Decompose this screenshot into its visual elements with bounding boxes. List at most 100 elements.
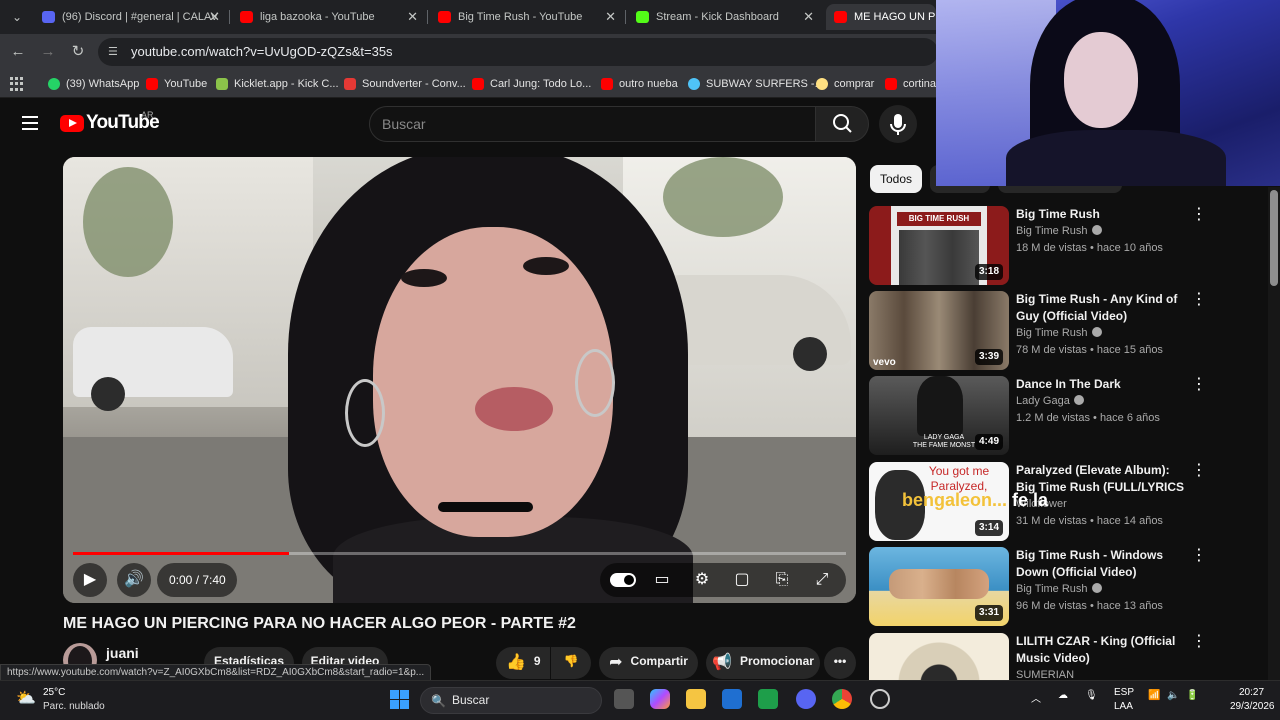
bookmark-cortina[interactable]: cortina <box>885 76 936 92</box>
recommendation-title[interactable]: Big Time Rush <box>1016 206 1191 223</box>
bookmark-kicklet[interactable]: Kicklet.app - Kick C... <box>216 76 339 92</box>
cast-icon[interactable]: ⎘ <box>769 567 795 593</box>
word-editor-icon[interactable] <box>722 689 742 709</box>
wifi-icon[interactable]: 📶 <box>1148 690 1160 701</box>
recommendation-title[interactable]: LILITH CZAR - King (Official Music Video… <box>1016 633 1191 667</box>
close-tab-icon[interactable]: ✕ <box>407 4 418 30</box>
bookmark-soundverter[interactable]: Soundverter - Conv... <box>344 76 466 92</box>
discord-icon[interactable] <box>796 689 816 709</box>
youtube-logo-icon[interactable] <box>60 115 84 132</box>
fullscreen-icon[interactable]: ⤢ <box>809 567 835 593</box>
close-tab-icon[interactable]: ✕ <box>605 4 616 30</box>
apps-grid-icon[interactable] <box>10 77 24 91</box>
autoplay-toggle[interactable] <box>610 573 636 587</box>
recommendation-item[interactable]: BIG TIME RUSH 3:18 Big Time Rush Big Tim… <box>869 206 1264 288</box>
spreadsheet-app-icon[interactable] <box>758 689 778 709</box>
weather-description[interactable]: Parc. nublado <box>43 701 105 712</box>
bookmark-comprar[interactable]: comprar <box>816 76 874 92</box>
tab-kick-dashboard[interactable]: Stream - Kick Dashboard ✕ <box>628 4 820 30</box>
weather-temperature[interactable]: 25°C <box>43 687 65 698</box>
obs-recorder-icon[interactable] <box>870 689 890 709</box>
menu-hamburger-icon[interactable] <box>22 116 38 130</box>
search-button[interactable] <box>815 106 869 142</box>
video-thumbnail[interactable]: BIG TIME RUSH 3:18 <box>869 206 1009 285</box>
weather-cloud-sun-icon[interactable]: ⛅ <box>16 690 36 708</box>
recommendation-item[interactable]: LILITH CZAR - King (Official Music Video… <box>869 633 1264 680</box>
speaker-icon[interactable]: 🔈 <box>1167 690 1179 701</box>
more-vertical-icon[interactable]: ⋮ <box>1191 547 1207 565</box>
video-thumbnail[interactable]: vevo 3:39 <box>869 291 1009 370</box>
tab-big-time-rush[interactable]: Big Time Rush - YouTube ✕ <box>430 4 622 30</box>
microphone-tray-icon[interactable]: 🎙 <box>1085 690 1098 701</box>
scrollbar-thumb[interactable] <box>1270 190 1278 286</box>
bookmark-youtube[interactable]: YouTube <box>146 76 207 92</box>
task-view-icon[interactable] <box>614 689 634 709</box>
seek-bar[interactable] <box>73 552 846 555</box>
file-explorer-icon[interactable] <box>686 689 706 709</box>
promote-button[interactable]: 📢 Promocionar <box>706 647 820 679</box>
forward-arrow-icon[interactable]: → <box>38 42 58 62</box>
bookmark-label: Kicklet.app - Kick C... <box>234 78 339 90</box>
theater-mode-icon[interactable]: ▢ <box>729 567 755 593</box>
bookmark-outro-nueba[interactable]: outro nueba <box>601 76 678 92</box>
close-tab-icon[interactable]: ✕ <box>803 4 814 30</box>
keyboard-layout[interactable]: LAA <box>1114 701 1133 712</box>
bookmark-subway-surfers[interactable]: SUBWAY SURFERS -... <box>688 76 824 92</box>
search-input[interactable] <box>382 107 802 141</box>
close-tab-icon[interactable]: ✕ <box>209 4 220 30</box>
chrome-icon[interactable] <box>832 689 852 709</box>
more-vertical-icon[interactable]: ⋮ <box>1191 376 1207 394</box>
address-url[interactable]: youtube.com/watch?v=UvUgOD-zQZs&t=35s <box>131 38 393 66</box>
dislike-button[interactable]: 👎 <box>551 647 591 679</box>
back-arrow-icon[interactable]: ← <box>8 42 28 62</box>
recommendation-channel[interactable]: SUMERIAN <box>1016 669 1074 680</box>
subtitles-icon[interactable]: ▭ <box>649 567 675 593</box>
video-player[interactable]: ▶ 🔊 0:00 / 7:40 ▭ ⚙ ▢ ⎘ ⤢ <box>63 157 856 603</box>
more-vertical-icon[interactable]: ⋮ <box>1191 633 1207 651</box>
recommendation-item[interactable]: LADY GAGA THE FAME MONST 4:49 Dance In T… <box>869 376 1264 458</box>
tray-overflow-chevron-icon[interactable]: ︿ <box>1031 690 1041 705</box>
more-actions-button[interactable]: ••• <box>824 647 856 679</box>
like-button[interactable]: 👍 9 <box>496 647 550 679</box>
bookmark-carl-jung[interactable]: Carl Jung: Todo Lo... <box>472 76 591 92</box>
recommendation-channel[interactable]: Big Time Rush <box>1016 327 1102 339</box>
recommendation-title[interactable]: Big Time Rush - Windows Down (Official V… <box>1016 547 1191 581</box>
voice-search-button[interactable] <box>879 105 917 143</box>
recommendation-item[interactable]: vevo 3:39 Big Time Rush - Any Kind of Gu… <box>869 291 1264 373</box>
share-button[interactable]: ➦ Compartir <box>599 647 698 679</box>
bookmark-label: (39) WhatsApp <box>66 78 140 90</box>
windows-start-icon[interactable] <box>390 690 409 709</box>
copilot-icon[interactable] <box>650 689 670 709</box>
bookmark-whatsapp[interactable]: (39) WhatsApp <box>48 76 139 92</box>
tab-liga-bazooka[interactable]: liga bazooka - YouTube ✕ <box>232 4 424 30</box>
channel-name[interactable]: juani <box>106 645 139 661</box>
recommendation-channel[interactable]: Big Time Rush <box>1016 583 1102 595</box>
reload-icon[interactable]: ↻ <box>68 42 88 62</box>
recommendation-title[interactable]: Dance In The Dark <box>1016 376 1191 393</box>
video-thumbnail[interactable] <box>869 633 1009 680</box>
video-thumbnail[interactable]: 3:31 <box>869 547 1009 626</box>
recommendation-title[interactable]: Big Time Rush - Any Kind of Guy (Officia… <box>1016 291 1191 325</box>
language-indicator[interactable]: ESP <box>1114 687 1134 698</box>
video-duration: 3:31 <box>974 605 1003 621</box>
battery-icon[interactable]: 🔋 <box>1186 690 1198 701</box>
chip-todos[interactable]: Todos <box>870 165 923 193</box>
tab-active-video[interactable]: ME HAGO UN PIER <box>826 4 936 30</box>
tab-discord[interactable]: (96) Discord | #general | CALAV ✕ <box>34 4 226 30</box>
settings-gear-icon[interactable]: ⚙ <box>689 567 715 593</box>
singer-silhouette <box>917 376 963 436</box>
recommendation-channel[interactable]: Lady Gaga <box>1016 395 1084 407</box>
site-info-icon[interactable]: ☰ <box>108 45 122 59</box>
taskbar-search-box[interactable]: 🔍 Buscar <box>420 687 602 714</box>
tab-search-chevron-icon[interactable]: ⌄ <box>6 6 28 28</box>
more-vertical-icon[interactable]: ⋮ <box>1191 206 1207 224</box>
more-vertical-icon[interactable]: ⋮ <box>1191 291 1207 309</box>
address-bar[interactable]: ☰ youtube.com/watch?v=UvUgOD-zQZs&t=35s <box>98 38 938 66</box>
recommendation-channel[interactable]: Big Time Rush <box>1016 225 1102 237</box>
onedrive-icon[interactable]: ☁ <box>1058 690 1068 701</box>
recommendation-item[interactable]: 3:31 Big Time Rush - Windows Down (Offic… <box>869 547 1264 629</box>
clock-time[interactable]: 20:27 <box>1239 687 1264 698</box>
clock-date[interactable]: 29/3/2026 <box>1230 701 1275 712</box>
more-vertical-icon[interactable]: ⋮ <box>1191 462 1207 480</box>
video-thumbnail[interactable]: LADY GAGA THE FAME MONST 4:49 <box>869 376 1009 455</box>
